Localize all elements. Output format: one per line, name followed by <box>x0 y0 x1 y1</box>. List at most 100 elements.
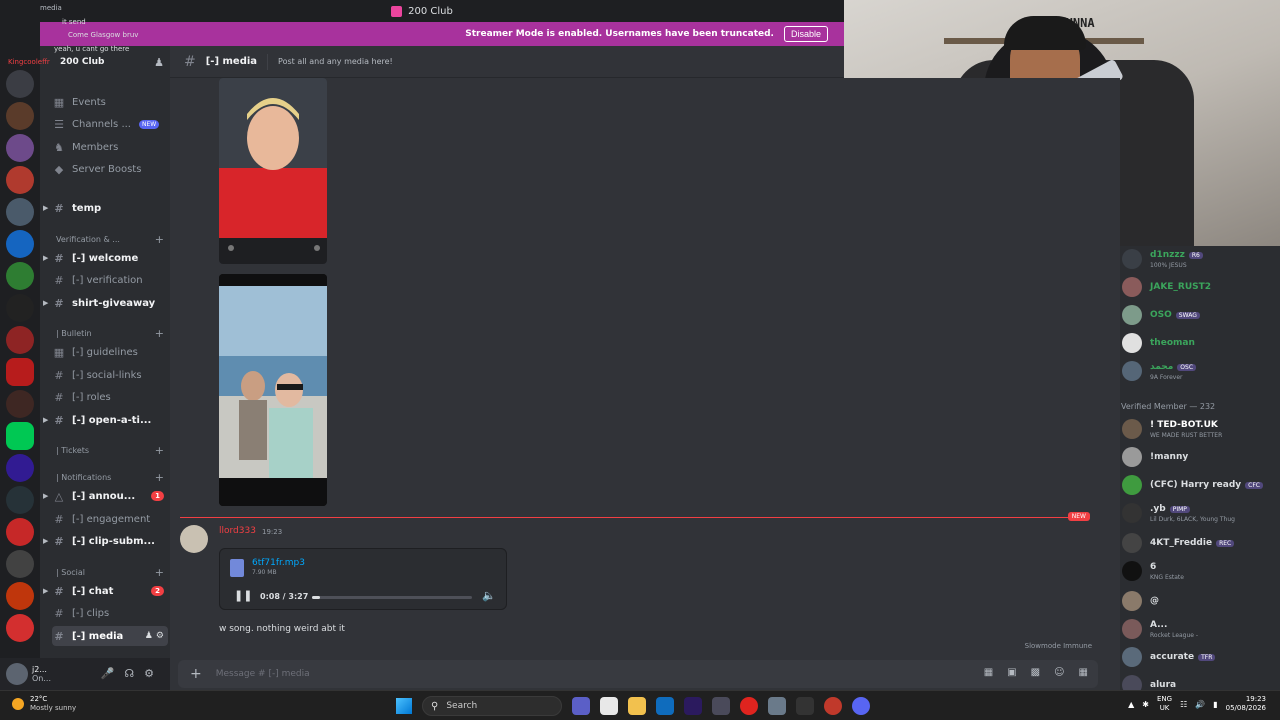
media-attachment-image[interactable] <box>219 274 327 506</box>
member-item[interactable]: JAKE_RUST2 <box>1120 274 1280 300</box>
member-item[interactable]: A... Rocket League - <box>1120 616 1280 642</box>
server-icon[interactable] <box>6 614 34 642</box>
server-icon[interactable] <box>6 518 34 546</box>
add-channel-icon[interactable]: + <box>155 327 164 340</box>
add-attachment-button[interactable]: + <box>190 666 202 682</box>
obs-icon[interactable] <box>796 697 814 715</box>
channel-welcome[interactable]: # [-] welcome <box>52 248 168 268</box>
avatar[interactable] <box>6 663 28 685</box>
member-item[interactable]: d1nzzz R6 100% JESUS <box>1120 246 1280 272</box>
weather-widget[interactable]: 22°C Mostly sunny <box>12 695 76 713</box>
message-input[interactable]: Message # [-] media <box>216 669 310 679</box>
channel-social-links[interactable]: # [-] social-links <box>52 365 168 385</box>
widgets-icon[interactable] <box>600 697 618 715</box>
channel-announcements[interactable]: △ [-] annou... 1 <box>52 486 168 506</box>
member-item[interactable]: (CFC) Harry ready CFC <box>1120 472 1280 498</box>
server-icon[interactable] <box>6 166 34 194</box>
pause-button[interactable]: ❚❚ <box>234 589 252 602</box>
member-item[interactable]: !manny <box>1120 444 1280 470</box>
member-item[interactable]: 6 KNG Estate <box>1120 558 1280 584</box>
audio-seek-bar[interactable] <box>312 596 472 599</box>
member-item[interactable]: ! TED-BOT.UK WE MADE RUST BETTER <box>1120 416 1280 442</box>
sidebar-item-boosts[interactable]: ◆ Server Boosts <box>52 159 168 179</box>
discord-icon[interactable] <box>852 697 870 715</box>
server-icon[interactable] <box>6 198 34 226</box>
server-icon[interactable] <box>6 358 34 386</box>
server-icon[interactable] <box>6 326 34 354</box>
server-icon[interactable] <box>6 262 34 290</box>
channel-clips[interactable]: # [-] clips <box>52 603 168 623</box>
server-header[interactable]: 200 Club ♟ <box>40 46 170 78</box>
member-item[interactable]: accurate TFR <box>1120 644 1280 670</box>
member-item[interactable]: @ <box>1120 588 1280 614</box>
channel-engagement[interactable]: # [-] engagement <box>52 509 168 529</box>
member-item[interactable]: theoman <box>1120 330 1280 356</box>
channel-temp[interactable]: # temp <box>52 198 168 218</box>
server-icon[interactable] <box>6 390 34 418</box>
category-social[interactable]: | Social + <box>56 564 166 580</box>
app-icon[interactable] <box>712 697 730 715</box>
add-channel-icon[interactable]: + <box>155 566 164 579</box>
settings-icon[interactable] <box>768 697 786 715</box>
language-indicator[interactable]: ENG UK <box>1157 695 1172 713</box>
gift-icon[interactable]: ▦ <box>984 667 993 678</box>
server-icon[interactable] <box>6 294 34 322</box>
premiere-icon[interactable] <box>684 697 702 715</box>
user-info[interactable]: j2... On... <box>32 665 51 683</box>
server-icon[interactable] <box>6 582 34 610</box>
server-icon[interactable] <box>6 102 34 130</box>
taskbar-clock[interactable]: 19:23 05/08/2026 <box>1226 695 1266 713</box>
gear-icon[interactable]: ⚙ <box>144 667 154 680</box>
windows-start-icon[interactable] <box>396 698 412 714</box>
channel-verification[interactable]: # [-] verification <box>52 270 168 290</box>
opera-icon[interactable] <box>740 697 758 715</box>
volume-icon[interactable]: 🔊 <box>1195 700 1205 709</box>
channel-guidelines[interactable]: ▦ [-] guidelines <box>52 342 168 362</box>
channel-clip-submissions[interactable]: # [-] clip-subm... <box>52 531 168 551</box>
server-icon[interactable] <box>6 422 34 450</box>
apps-icon[interactable]: ▦ <box>1079 667 1088 678</box>
disable-streamer-mode-button[interactable]: Disable <box>783 26 828 42</box>
add-channel-icon[interactable]: + <box>155 471 164 484</box>
server-icon[interactable] <box>6 550 34 578</box>
category-verification[interactable]: Verification & ... + <box>56 231 166 247</box>
category-notifications[interactable]: | Notifications + <box>56 469 166 485</box>
sidebar-item-channels[interactable]: ☰ Channels ... NEW <box>52 114 168 134</box>
edge-icon[interactable] <box>656 697 674 715</box>
server-icon[interactable] <box>6 134 34 162</box>
teams-icon[interactable] <box>572 697 590 715</box>
server-icon[interactable] <box>6 486 34 514</box>
sidebar-item-events[interactable]: ▦ Events <box>52 92 168 112</box>
member-item[interactable]: محمد OSC 9A Forever <box>1120 358 1280 384</box>
channel-media[interactable]: # [-] media ♟ ⚙ <box>52 626 168 646</box>
taskbar-search[interactable]: ⚲ Search <box>422 696 562 716</box>
channel-chat[interactable]: # [-] chat 2 <box>52 581 168 601</box>
volume-icon[interactable]: 🔈 <box>482 589 496 602</box>
invite-icon[interactable]: ♟ <box>154 56 164 69</box>
audio-file-link[interactable]: 6tf71fr.mp3 <box>252 558 305 568</box>
emoji-icon[interactable]: ☺ <box>1054 667 1064 678</box>
server-icon[interactable] <box>6 70 34 98</box>
gif-icon[interactable]: ▣ <box>1007 667 1016 678</box>
battery-icon[interactable]: ▮ <box>1213 700 1217 709</box>
member-item[interactable]: alura <box>1120 672 1280 690</box>
member-item[interactable]: 4KT_Freddie REC <box>1120 530 1280 556</box>
file-explorer-icon[interactable] <box>628 697 646 715</box>
bluetooth-icon[interactable]: ✱ <box>1142 700 1149 709</box>
chrome-icon[interactable] <box>824 697 842 715</box>
category-bulletin[interactable]: | Bulletin + <box>56 325 166 341</box>
member-item[interactable]: .yb PIMP Lil Durk, 6LACK, Young Thug <box>1120 500 1280 526</box>
channel-roles[interactable]: # [-] roles <box>52 387 168 407</box>
category-tickets[interactable]: | Tickets + <box>56 442 166 458</box>
headphones-icon[interactable]: ☊ <box>124 667 134 680</box>
chevron-up-icon[interactable]: ▲ <box>1128 700 1134 709</box>
channel-open-ticket[interactable]: # [-] open-a-ti... <box>52 410 168 430</box>
microphone-icon[interactable]: 🎤 <box>101 667 115 680</box>
channel-shirt-giveaway[interactable]: # shirt-giveaway <box>52 293 168 313</box>
server-icon[interactable] <box>6 454 34 482</box>
message-author[interactable]: llord333 <box>219 526 256 536</box>
sidebar-item-members[interactable]: ♞ Members <box>52 137 168 157</box>
media-attachment-image[interactable] <box>219 78 327 264</box>
channel-settings-icon[interactable]: ♟ ⚙ <box>145 631 164 641</box>
member-item[interactable]: OSO SWAG <box>1120 302 1280 328</box>
